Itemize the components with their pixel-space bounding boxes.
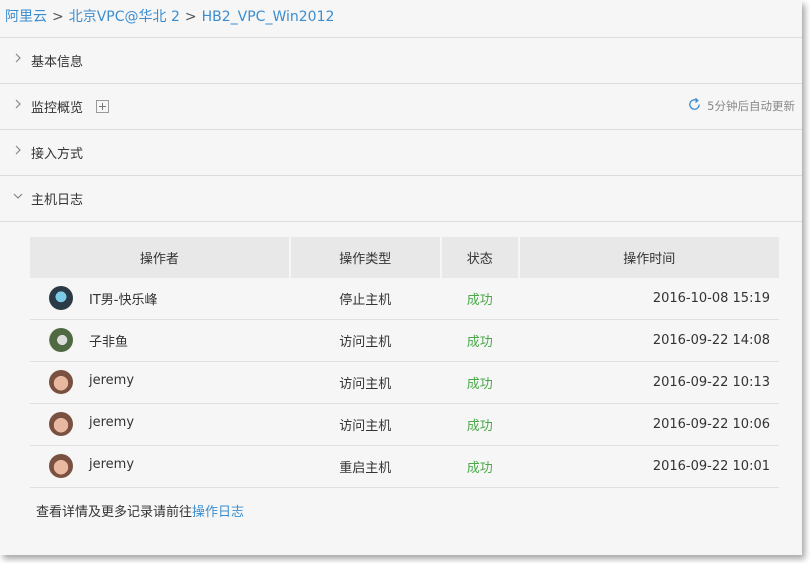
breadcrumb: 阿里云 > 北京VPC@华北 2 > HB2_VPC_Win2012 <box>5 6 334 26</box>
operator-name: IT男-快乐峰 <box>89 293 158 308</box>
operator-cell: 子非鱼 <box>30 319 290 362</box>
operation-log-link[interactable]: 操作日志 <box>192 505 244 520</box>
table-row: 子非鱼 访问主机 成功 2016-09-22 14:08 <box>30 319 779 362</box>
table-row: jeremy 访问主机 成功 2016-09-22 10:06 <box>30 403 779 446</box>
host-log-table: 操作者 操作类型 状态 操作时间 IT男-快乐峰 停止主机 成功 2016-10… <box>30 237 779 488</box>
operation-time: 2016-09-22 10:06 <box>518 403 779 446</box>
section-title: 主机日志 <box>31 193 84 208</box>
auto-refresh-status: 5分钟后自动更新 <box>689 97 795 114</box>
section-access[interactable]: 接入方式 <box>0 130 802 174</box>
operator-name: jeremy <box>89 373 135 388</box>
breadcrumb-region-link[interactable]: 北京VPC@华北 2 <box>69 9 180 25</box>
footer-text: 查看详情及更多记录请前往 <box>36 505 193 520</box>
operator-cell: jeremy <box>30 403 290 446</box>
operation-time: 2016-09-22 10:01 <box>518 445 779 488</box>
operator-cell: jeremy <box>30 361 290 404</box>
auto-refresh-label: 5分钟后自动更新 <box>707 99 795 113</box>
column-header-time: 操作时间 <box>518 237 779 278</box>
section-title: 基本信息 <box>31 55 84 70</box>
breadcrumb-separator: > <box>52 9 64 25</box>
add-monitor-icon[interactable] <box>96 100 109 113</box>
section-basic-info[interactable]: 基本信息 <box>0 38 802 82</box>
page-frame: 阿里云 > 北京VPC@华北 2 > HB2_VPC_Win2012 基本信息 监控概览… <box>0 0 802 555</box>
section-title: 监控概览 <box>31 101 84 116</box>
section-monitor[interactable]: 监控概览 5分钟后自动更新 <box>0 84 802 128</box>
operator-name: jeremy <box>89 457 135 472</box>
column-header-type: 操作类型 <box>289 237 442 278</box>
avatar <box>49 454 73 478</box>
operation-time: 2016-09-22 14:08 <box>518 319 779 362</box>
operation-type: 访问主机 <box>289 403 441 446</box>
chevron-down-icon <box>13 193 23 199</box>
avatar <box>49 412 73 436</box>
status-text: 成功 <box>440 361 519 404</box>
refresh-icon[interactable] <box>687 97 702 112</box>
table-row: jeremy 重启主机 成功 2016-09-22 10:01 <box>30 445 779 488</box>
divider <box>0 221 802 222</box>
operation-time: 2016-09-22 10:13 <box>518 361 779 404</box>
operation-type: 访问主机 <box>289 361 441 404</box>
operator-cell: IT男-快乐峰 <box>30 278 290 320</box>
footer-note: 查看详情及更多记录请前往操作日志 <box>36 501 244 520</box>
chevron-right-icon <box>15 145 21 155</box>
status-text: 成功 <box>440 445 519 488</box>
operator-name: jeremy <box>89 415 135 430</box>
table-header-row: 操作者 操作类型 状态 操作时间 <box>30 237 779 278</box>
chevron-right-icon <box>15 53 21 63</box>
operation-type: 重启主机 <box>289 445 441 488</box>
breadcrumb-instance-link[interactable]: HB2_VPC_Win2012 <box>202 9 335 25</box>
section-host-log[interactable]: 主机日志 <box>0 176 802 220</box>
breadcrumb-root-link[interactable]: 阿里云 <box>5 9 47 25</box>
column-header-operator: 操作者 <box>30 237 291 278</box>
avatar <box>49 286 73 310</box>
operation-type: 访问主机 <box>289 319 441 362</box>
operation-type: 停止主机 <box>289 278 441 320</box>
table-row: jeremy 访问主机 成功 2016-09-22 10:13 <box>30 361 779 404</box>
status-text: 成功 <box>440 403 519 446</box>
column-header-status: 状态 <box>440 237 520 278</box>
status-text: 成功 <box>440 278 519 320</box>
breadcrumb-separator: > <box>184 9 197 25</box>
status-text: 成功 <box>440 319 519 362</box>
operator-name: 子非鱼 <box>89 335 129 350</box>
avatar <box>49 328 73 352</box>
avatar <box>49 370 73 394</box>
operation-time: 2016-10-08 15:19 <box>518 278 779 320</box>
table-row: IT男-快乐峰 停止主机 成功 2016-10-08 15:19 <box>30 278 779 320</box>
section-title: 接入方式 <box>31 147 84 162</box>
chevron-right-icon <box>15 99 21 109</box>
operator-cell: jeremy <box>30 445 290 488</box>
